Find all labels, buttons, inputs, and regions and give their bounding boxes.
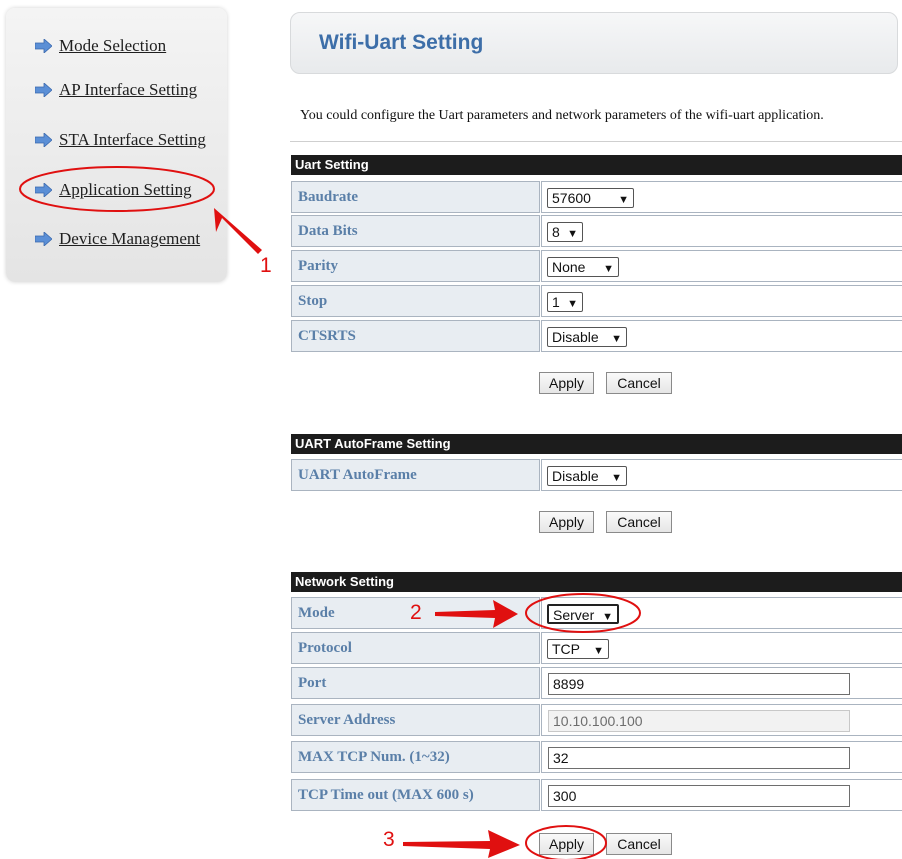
highlight-circle <box>525 825 607 859</box>
annotation-number-2: 2 <box>410 601 422 624</box>
annotation-number-1: 1 <box>260 254 272 277</box>
annotation-arrow-1 <box>214 208 262 254</box>
annotation-arrow-2 <box>435 600 518 628</box>
highlight-circle <box>19 166 215 212</box>
annotation-arrow-3 <box>403 830 520 858</box>
annotation-number-3: 3 <box>383 828 395 851</box>
highlight-circle <box>525 593 641 633</box>
annotation-overlay <box>19 166 641 859</box>
